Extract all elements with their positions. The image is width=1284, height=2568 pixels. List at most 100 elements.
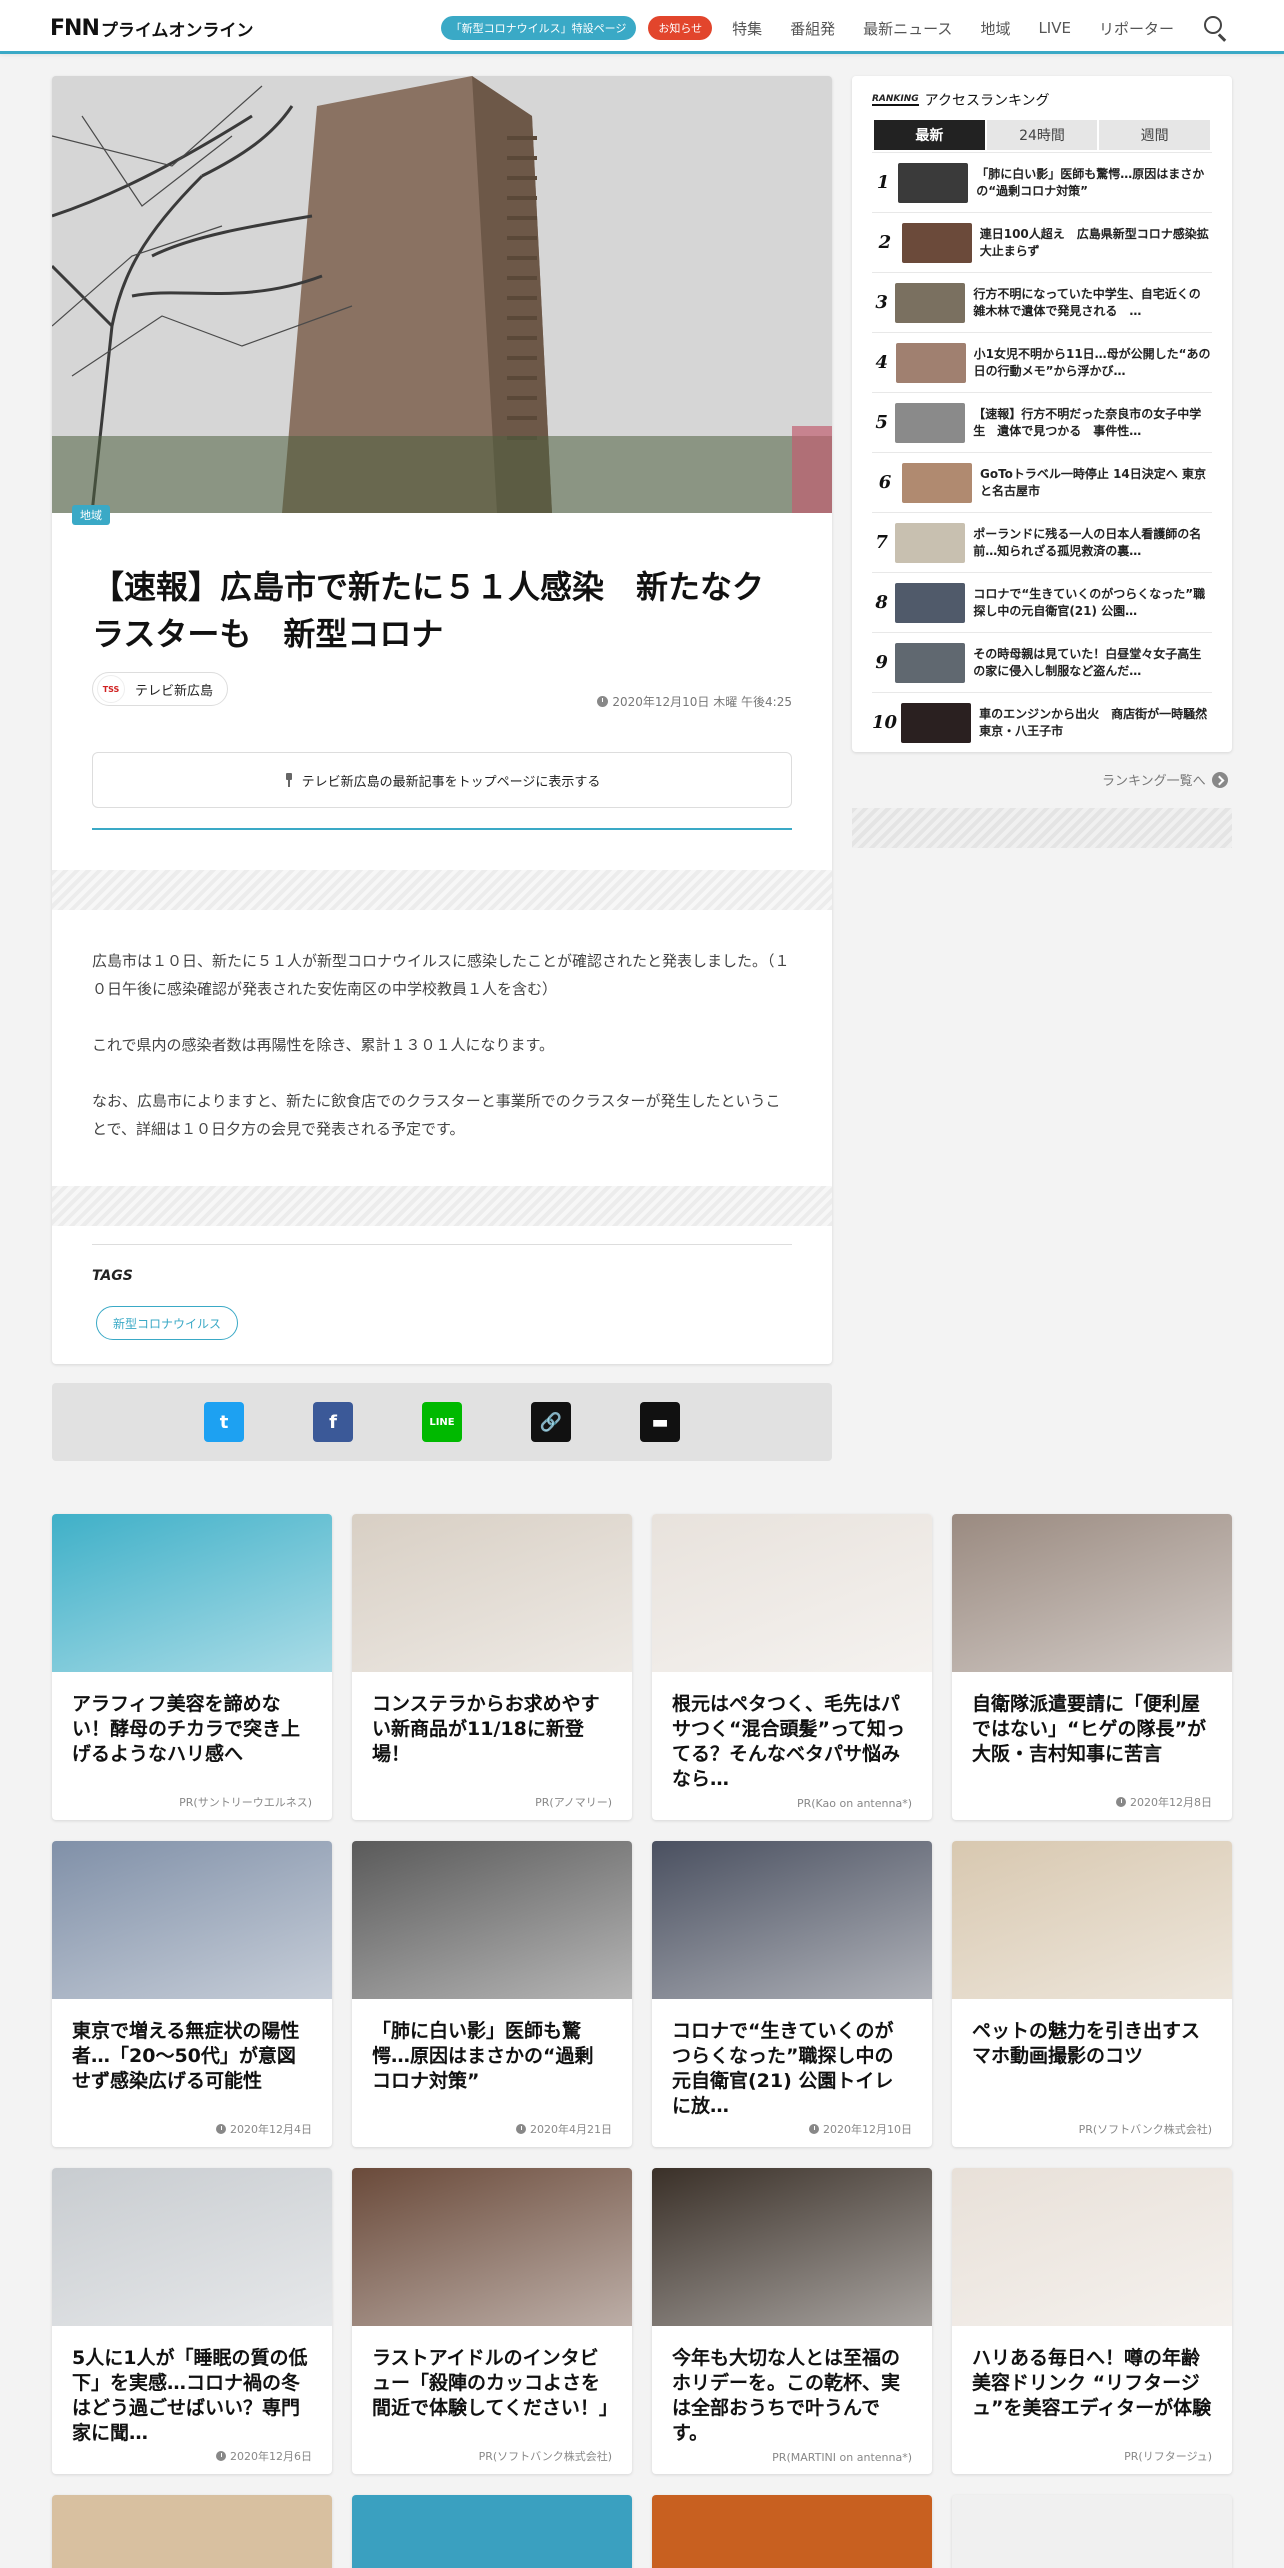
article-card-item[interactable]: 「肺に白い影」医師も驚愕…原因はまさかの“過剰コロナ対策” 2020年4月21日 bbox=[352, 1841, 632, 2147]
card-meta: PR(MARTINI on antenna*) bbox=[772, 2451, 912, 2464]
card-title: 根元はペタつく、毛先はパサつく“混合頭髪”って知ってる？そんなベタパサ悩みなら… bbox=[672, 1693, 906, 1790]
ranking-thumbnail bbox=[901, 222, 972, 263]
nav-link-programs[interactable]: 番組発 bbox=[790, 18, 835, 39]
nav-link-features[interactable]: 特集 bbox=[732, 18, 762, 39]
tags-title: TAGS bbox=[92, 1268, 133, 1284]
logo-fnn: FNN bbox=[50, 15, 100, 41]
card-image bbox=[52, 1514, 332, 1672]
article-card: 地域 【速報】広島市で新たに５１人感染 新たなクラスターも 新型コロナ TSS … bbox=[52, 76, 832, 1364]
card-image bbox=[52, 2168, 332, 2326]
article-card-item[interactable]: 東京で増える無症状の陽性者…「20～50代」が意図せず感染広げる可能性 2020年… bbox=[52, 1841, 332, 2147]
card-title: 今年も大切な人とは至福のホリデーを。この乾杯、実は全部おうちで叶うんです。 bbox=[672, 2347, 901, 2444]
article-card-item[interactable]: コンステラからお求めやすい新商品が11/18に新登場！ PR(アノマリー) bbox=[352, 1514, 632, 1820]
twitter-share-icon[interactable]: t bbox=[204, 1402, 244, 1442]
region-tag[interactable]: 地域 bbox=[72, 505, 110, 525]
ranking-item-title: 【速報】行方不明だった奈良市の女子中学生 遺体で見つかる 事件性… bbox=[973, 406, 1202, 438]
ranking-item[interactable]: 4 小1女児不明から11日…母が公開した“あの日の行動メモ”から浮かび… bbox=[872, 332, 1212, 392]
line-share-icon[interactable]: LINE bbox=[422, 1402, 462, 1442]
article-card-item[interactable]: 5人に1人が「睡眠の質の低下」を実感…コロナ禍の冬はどう過ごせばいい？専門家に聞… bbox=[52, 2168, 332, 2474]
ranking-item[interactable]: 9 その時母親は見ていた！白昼堂々女子高生の家に侵入し制服など盗んだ… bbox=[872, 632, 1212, 692]
ranking-item[interactable]: 5 【速報】行方不明だった奈良市の女子中学生 遺体で見つかる 事件性… bbox=[872, 392, 1212, 452]
corona-special-link[interactable]: 「新型コロナウイルス」特設ページ bbox=[440, 16, 637, 40]
search-icon[interactable] bbox=[1202, 15, 1228, 42]
ranking-more-label: ランキング一覧へ bbox=[1102, 774, 1206, 789]
arrow-right-icon bbox=[1211, 771, 1228, 788]
ranking-item-title: 車のエンジンから出火 商店街が一時騒然 東京・八王子市 bbox=[979, 706, 1212, 738]
tab-latest[interactable]: 最新 bbox=[874, 120, 985, 150]
clock-icon bbox=[809, 2124, 819, 2134]
article-card-item[interactable]: ペットの魅力を引き出すスマホ動画撮影のコツ PR(ソフトバンク株式会社) bbox=[952, 1841, 1232, 2147]
article-card-item[interactable]: コロナで“生きていくのがつらくなった”職探し中の元自衛官(21) 公園トイレに放… bbox=[652, 1841, 932, 2147]
article-card-item[interactable]: 自衛隊派遣要請に「便利屋ではない」“ヒゲの隊長”が大阪・吉村知事に苦言 2020年… bbox=[952, 1514, 1232, 1820]
ranking-thumbnail bbox=[898, 162, 969, 203]
ranking-title: アクセスランキング bbox=[924, 93, 1050, 109]
ranking-item[interactable]: 2 連日100人超え 広島県新型コロナ感染拡大止まらず bbox=[872, 212, 1212, 272]
card-image bbox=[952, 1841, 1232, 1999]
follow-source-button[interactable]: テレビ新広島の最新記事をトップページに表示する bbox=[92, 752, 792, 808]
article-card-item[interactable]: アラフィフ美容を諦めない！酵母のチカラで突き上げるようなハリ感へ PR(サントリー… bbox=[52, 1514, 332, 1820]
ranking-number: 10 bbox=[872, 712, 898, 733]
article-card-item[interactable]: ラストアイドルのインタビュー「殺陣のカッコよさを間近で体験してください！」 PR(… bbox=[352, 2168, 632, 2474]
card-meta-text: PR(ソフトバンク株式会社) bbox=[1078, 2123, 1212, 2136]
ranking-number: 6 bbox=[878, 472, 892, 493]
ranking-item-title: 小1女児不明から11日…母が公開した“あの日の行動メモ”から浮かび… bbox=[973, 346, 1211, 378]
card-meta-text: PR(サントリーウエルネス) bbox=[179, 1796, 312, 1809]
source-badge[interactable]: TSS テレビ新広島 bbox=[92, 672, 229, 706]
notice-link[interactable]: お知らせ bbox=[648, 16, 713, 40]
card-meta: PR(ソフトバンク株式会社) bbox=[479, 2448, 612, 2464]
card-title: 自衛隊派遣要請に「便利屋ではない」“ヒゲの隊長”が大阪・吉村知事に苦言 bbox=[972, 1693, 1206, 1765]
ranking-list: 1 「肺に白い影」医師も驚愕…原因はまさかの“過剰コロナ対策” 2 連日100人超え … bbox=[852, 152, 1232, 752]
article-card-item[interactable] bbox=[652, 2495, 932, 2568]
card-meta-text: 2020年4月21日 bbox=[530, 2123, 612, 2136]
divider bbox=[92, 828, 792, 830]
card-title: 「肺に白い影」医師も驚愕…原因はまさかの“過剰コロナ対策” bbox=[372, 2020, 594, 2092]
ad-placeholder-top bbox=[52, 870, 832, 910]
clock-icon bbox=[516, 2124, 526, 2134]
card-title: ラストアイドルのインタビュー「殺陣のカッコよさを間近で体験してください！」 bbox=[372, 2347, 612, 2419]
ranking-item[interactable]: 10 車のエンジンから出火 商店街が一時騒然 東京・八王子市 bbox=[872, 692, 1212, 752]
ranking-item[interactable]: 8 コロナで“生きていくのがつらくなった”職探し中の元自衛官(21) 公園… bbox=[872, 572, 1212, 632]
article-card-item[interactable] bbox=[952, 2495, 1232, 2568]
article-card-item[interactable] bbox=[52, 2495, 332, 2568]
ranking-item-title: コロナで“生きていくのがつらくなった”職探し中の元自衛官(21) 公園… bbox=[973, 586, 1206, 618]
article-card-item[interactable]: 今年も大切な人とは至福のホリデーを。この乾杯、実は全部おうちで叶うんです。 PR(… bbox=[652, 2168, 932, 2474]
nav-link-regions[interactable]: 地域 bbox=[980, 18, 1010, 39]
ranking-header: RANKING アクセスランキング bbox=[872, 90, 1050, 110]
article-card-item[interactable]: ハリある毎日へ！噂の年齢美容ドリンク “リフタージュ”を美容エディターが体験 PR… bbox=[952, 2168, 1232, 2474]
ranking-tabs: 最新 24時間 週間 bbox=[874, 120, 1211, 150]
ranking-thumbnail bbox=[895, 642, 966, 683]
copy-link-icon[interactable]: 🔗 bbox=[531, 1402, 571, 1442]
article-card-item[interactable] bbox=[352, 2495, 632, 2568]
ranking-more-link[interactable]: ランキング一覧へ bbox=[1102, 770, 1228, 789]
card-meta-text: PR(MARTINI on antenna*) bbox=[772, 2451, 912, 2464]
ranking-item-title: その時母親は見ていた！白昼堂々女子高生の家に侵入し制服など盗んだ… bbox=[973, 646, 1202, 678]
ranking-item[interactable]: 1 「肺に白い影」医師も驚愕…原因はまさかの“過剰コロナ対策” bbox=[872, 152, 1212, 212]
site-logo[interactable]: FNN プライムオンライン bbox=[50, 15, 254, 41]
ranking-item[interactable]: 3 行方不明になっていた中学生、自宅近くの雑木林で遺体で発見される … bbox=[872, 272, 1212, 332]
ranking-item[interactable]: 6 GoToトラベル一時停止 14日決定へ 東京と名古屋市 bbox=[872, 452, 1212, 512]
article-paragraph: 広島市は１０日、新たに５１人が新型コロナウイルスに感染したことが確認されたと発表… bbox=[92, 952, 790, 998]
nav-link-reporter[interactable]: リポーター bbox=[1099, 18, 1174, 39]
clock-icon bbox=[216, 2451, 226, 2461]
ranking-thumbnail bbox=[895, 522, 966, 563]
facebook-share-icon[interactable]: f bbox=[313, 1402, 353, 1442]
card-title: コロナで“生きていくのがつらくなった”職探し中の元自衛官(21) 公園トイレに放… bbox=[672, 2020, 894, 2117]
ranking-item-title: GoToトラベル一時停止 14日決定へ 東京と名古屋市 bbox=[979, 466, 1206, 498]
tag-corona[interactable]: 新型コロナウイルス bbox=[96, 1306, 239, 1340]
ranking-item[interactable]: 7 ポーランドに残る一人の日本人看護師の名前…知られざる孤児救済の裏… bbox=[872, 512, 1212, 572]
nav-link-live[interactable]: LIVE bbox=[1038, 19, 1071, 37]
publish-date-text: 2020年12月10日 木曜 午後4:25 bbox=[612, 695, 792, 709]
tab-24h[interactable]: 24時間 bbox=[986, 120, 1098, 150]
ranking-number: 1 bbox=[876, 172, 890, 193]
card-meta: 2020年12月10日 bbox=[809, 2121, 912, 2137]
ad-placeholder-bottom bbox=[52, 1186, 832, 1226]
clock-icon bbox=[597, 696, 609, 707]
article-card-item[interactable]: 根元はペタつく、毛先はパサつく“混合頭髪”って知ってる？そんなベタパサ悩みなら…… bbox=[652, 1514, 932, 1820]
card-title: 東京で増える無症状の陽性者…「20～50代」が意図せず感染広げる可能性 bbox=[72, 2020, 300, 2092]
tab-weekly[interactable]: 週間 bbox=[1099, 120, 1211, 150]
nav-link-latest[interactable]: 最新ニュース bbox=[863, 18, 952, 39]
ranking-number: 7 bbox=[875, 532, 888, 553]
ranking-thumbnail bbox=[895, 282, 966, 323]
comment-icon[interactable]: ▬ bbox=[640, 1402, 680, 1442]
card-image bbox=[52, 1841, 332, 1999]
